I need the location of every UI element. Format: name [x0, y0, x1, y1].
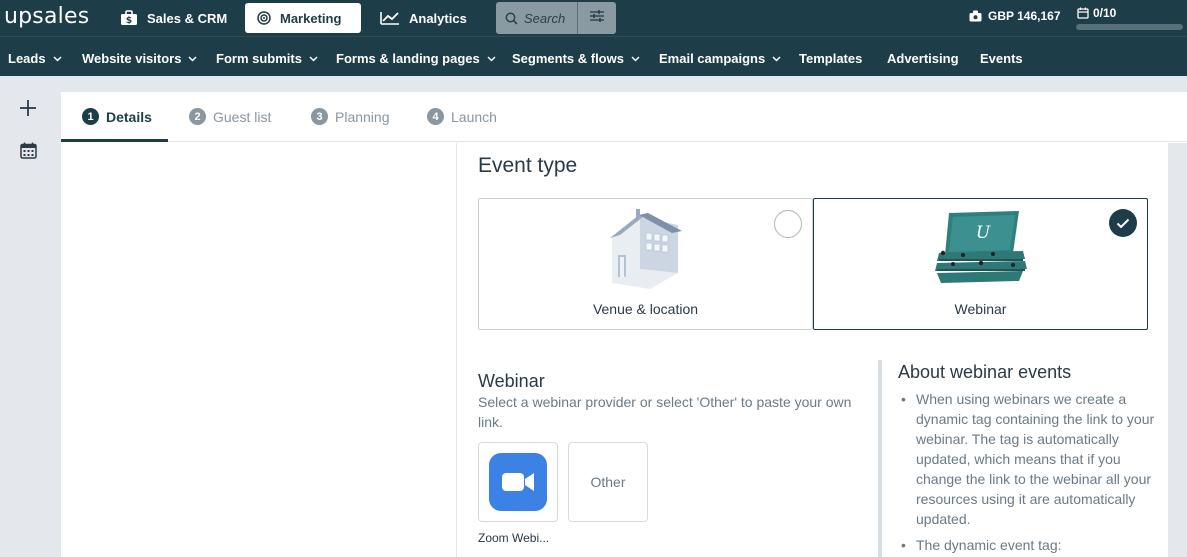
subnav-events[interactable]: Events: [980, 51, 1023, 66]
subnav-events-label: Events: [980, 51, 1023, 66]
chevron-down-icon: [53, 55, 62, 62]
step-number: 2: [189, 108, 206, 125]
webinar-logo-letter: U: [975, 223, 990, 243]
lecture-hall-icon: U: [933, 207, 1029, 292]
svg-text:$: $: [126, 16, 132, 26]
search-placeholder: Search: [524, 10, 566, 26]
provider-zoom-label: Zoom Webi...: [478, 531, 550, 545]
chevron-down-icon: [772, 55, 781, 62]
subnav-form-submits[interactable]: Form submits: [216, 51, 318, 66]
step-number: 1: [82, 108, 99, 125]
subnav-segments-flows[interactable]: Segments & flows: [512, 51, 640, 66]
money-bag-icon: [969, 10, 982, 22]
search-input[interactable]: Search: [496, 2, 577, 34]
zoom-camera-icon: [489, 453, 547, 511]
check-icon[interactable]: [1109, 209, 1137, 237]
marketing-subnav: Leads Website visitors Form submits Form…: [0, 36, 1187, 76]
tab-planning[interactable]: 3 Planning: [311, 108, 390, 125]
about-webinar-list: When using webinars we create a dynamic …: [898, 389, 1163, 555]
subnav-form-submits-label: Form submits: [216, 51, 302, 66]
tab-planning-label: Planning: [335, 108, 390, 125]
sliders-icon: [589, 9, 605, 28]
radio-unselected[interactable]: [774, 210, 802, 238]
event-type-venue-label: Venue & location: [592, 301, 699, 317]
nav-sales-crm[interactable]: $ Sales & CRM: [108, 3, 239, 33]
chevron-down-icon: [188, 55, 197, 62]
chevron-down-icon: [631, 55, 640, 62]
nav-analytics[interactable]: Analytics: [368, 3, 479, 33]
plus-icon[interactable]: [19, 99, 37, 122]
chevron-down-icon: [309, 55, 318, 62]
list-item: When using webinars we create a dynamic …: [898, 389, 1163, 529]
wizard-steps: 1 Details 2 Guest list 3 Planning 4 Laun…: [61, 92, 1187, 142]
house-icon: [606, 207, 686, 294]
provider-other-button[interactable]: Other: [568, 442, 648, 522]
briefcase-dollar-icon: $: [120, 10, 138, 26]
calendar-icon: [1077, 7, 1089, 19]
left-rail: [0, 76, 61, 557]
line-chart-icon: [380, 11, 400, 25]
left-panel: [61, 143, 457, 557]
subnav-email-campaigns-label: Email campaigns: [659, 51, 766, 66]
tab-details-label: Details: [106, 108, 152, 125]
quota-value: 0/10: [1093, 6, 1117, 20]
event-editor: 1 Details 2 Guest list 3 Planning 4 Laun…: [61, 92, 1187, 557]
subnav-templates-label: Templates: [799, 51, 863, 66]
step-number: 4: [427, 108, 444, 125]
subnav-website-visitors[interactable]: Website visitors: [82, 51, 197, 66]
event-type-webinar-label: Webinar: [954, 301, 1007, 317]
chevron-down-icon: [487, 55, 496, 62]
webinar-description: Select a webinar provider or select 'Oth…: [478, 394, 852, 430]
tab-launch-label: Launch: [451, 108, 497, 125]
quota-progress-bar: [1076, 24, 1183, 30]
app-logo[interactable]: upsales: [4, 4, 89, 29]
step-number: 3: [311, 108, 328, 125]
filter-button[interactable]: [577, 2, 616, 34]
list-item: The dynamic event tag:: [898, 535, 1163, 555]
subnav-leads[interactable]: Leads: [8, 51, 62, 66]
subnav-advertising-label: Advertising: [887, 51, 959, 66]
right-gutter: [1168, 143, 1187, 557]
nav-analytics-label: Analytics: [409, 10, 467, 26]
about-webinar-panel: About webinar events When using webinars…: [878, 360, 1163, 557]
subnav-forms-landing-pages-label: Forms & landing pages: [336, 51, 480, 66]
event-type-heading: Event type: [478, 154, 578, 177]
top-bar: upsales $ Sales & CRM Marketing Analytic…: [0, 0, 1187, 36]
nav-marketing[interactable]: Marketing: [245, 3, 361, 33]
active-tab-indicator: [61, 139, 168, 142]
about-webinar-heading: About webinar events: [898, 362, 1072, 382]
subnav-email-campaigns[interactable]: Email campaigns: [659, 51, 781, 66]
tab-guest-list-label: Guest list: [213, 108, 272, 125]
currency-value: GBP 146,167: [988, 9, 1061, 23]
search-icon: [505, 12, 518, 25]
subnav-website-visitors-label: Website visitors: [82, 51, 182, 66]
currency-total[interactable]: GBP 146,167: [969, 9, 1061, 23]
target-icon: [257, 11, 271, 25]
subnav-templates[interactable]: Templates: [799, 51, 862, 66]
subnav-segments-flows-label: Segments & flows: [512, 51, 624, 66]
nav-marketing-label: Marketing: [280, 10, 342, 26]
event-type-venue-option[interactable]: Venue & location: [478, 198, 813, 330]
provider-other-label: Other: [590, 474, 626, 490]
tab-launch[interactable]: 4 Launch: [427, 108, 497, 125]
quota-indicator[interactable]: 0/10: [1077, 6, 1116, 20]
provider-zoom-button[interactable]: [478, 442, 558, 522]
tab-guest-list[interactable]: 2 Guest list: [189, 108, 271, 125]
tab-details[interactable]: 1 Details: [82, 108, 152, 125]
calendar-icon[interactable]: [20, 142, 37, 164]
event-type-webinar-option[interactable]: U Webinar: [813, 198, 1148, 330]
webinar-section-heading: Webinar: [478, 371, 545, 391]
nav-sales-crm-label: Sales & CRM: [147, 10, 228, 26]
subnav-advertising[interactable]: Advertising: [887, 51, 959, 66]
subnav-forms-landing-pages[interactable]: Forms & landing pages: [336, 51, 496, 66]
subnav-leads-label: Leads: [8, 51, 46, 66]
